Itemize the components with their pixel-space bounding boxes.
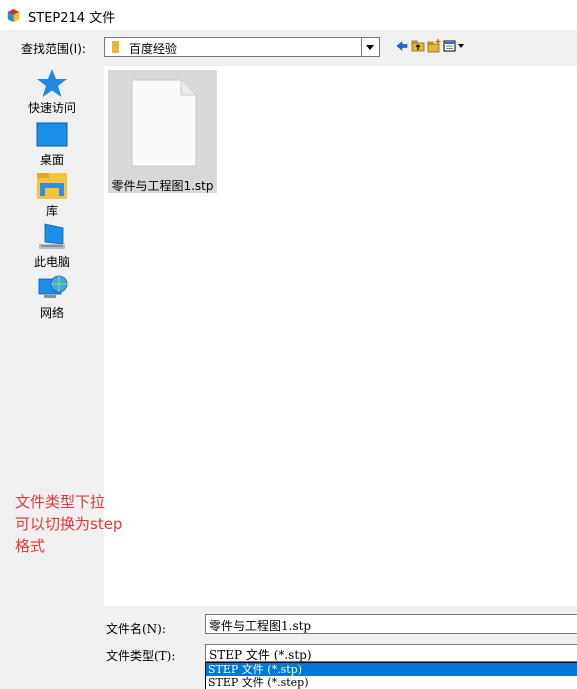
file-type-options: STEP 文件 (*.stp) STEP 文件 (*.step) [205,662,577,689]
place-libraries[interactable]: 库 [0,171,104,219]
place-label: 库 [45,204,58,218]
computer-icon [39,223,65,249]
file-item[interactable]: 零件与工程图1.stp [108,70,217,193]
network-icon [38,275,68,298]
place-quick-access[interactable]: 快速访问 [0,68,104,116]
file-type-option-selected[interactable]: STEP 文件 (*.stp) [206,663,577,676]
place-desktop[interactable]: 桌面 [0,120,104,168]
library-icon [37,173,67,199]
desktop-icon [36,122,68,147]
look-in-value: 百度经验 [129,42,178,56]
file-name: 零件与工程图1.stp [111,179,214,193]
place-label: 快速访问 [27,101,76,115]
file-name-label: 文件名(N): [106,622,166,636]
chevron-down-icon[interactable] [361,38,379,56]
folder-icon [112,41,119,53]
file-list[interactable]: 零件与工程图1.stp [104,66,577,606]
place-network[interactable]: 网络 [0,273,104,321]
file-type-option[interactable]: STEP 文件 (*.step) [206,676,577,689]
look-in-dropdown[interactable]: 百度经验 [104,37,380,57]
view-menu-icon[interactable] [443,39,467,53]
app-icon [7,8,20,23]
file-type-label: 文件类型(T): [106,649,176,663]
place-label: 桌面 [39,153,64,167]
title-bar: STEP214 文件 [0,0,577,30]
window-title: STEP214 文件 [28,11,116,26]
star-icon [37,69,67,97]
document-icon [131,79,197,167]
look-in-label: 查找范围(I): [21,42,86,56]
place-this-pc[interactable]: 此电脑 [0,222,104,270]
file-type-dropdown[interactable]: STEP 文件 (*.stp) [205,644,577,662]
place-label: 此电脑 [33,255,70,269]
annotation-note: 文件类型下拉 可以切换为step 格式 [15,493,123,555]
back-icon[interactable] [395,39,409,53]
place-label: 网络 [39,306,64,320]
file-name-input[interactable]: 零件与工程图1.stp [205,614,577,634]
new-folder-icon[interactable] [427,39,441,53]
up-folder-icon[interactable] [411,39,425,53]
